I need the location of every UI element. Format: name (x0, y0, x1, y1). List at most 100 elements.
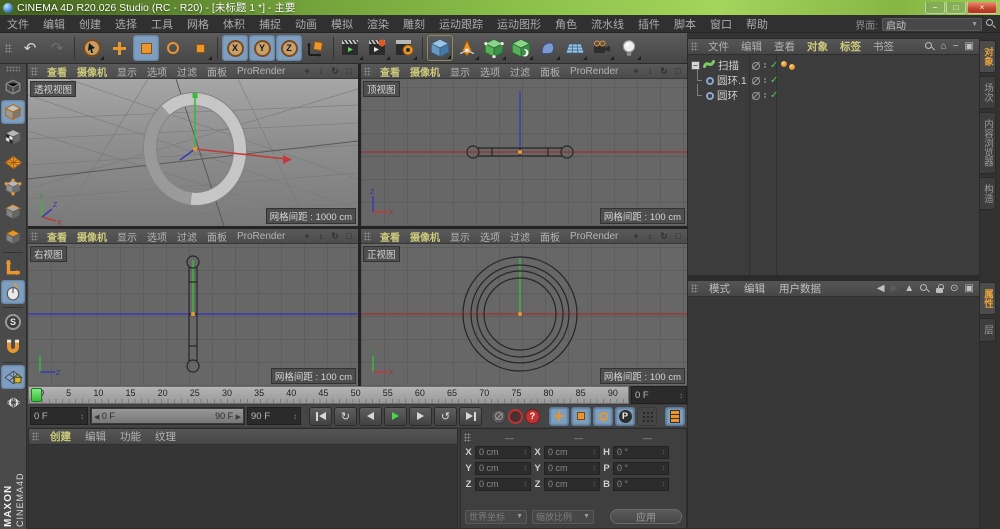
current-frame-field[interactable]: 0 F ↕ (30, 407, 88, 425)
play-button[interactable] (384, 406, 407, 426)
minimize-button[interactable]: − (925, 1, 945, 14)
snap-toggle-button[interactable]: S (1, 310, 25, 334)
z-axis-lock-button[interactable]: Z (276, 35, 302, 61)
add-generator-button[interactable] (481, 35, 507, 61)
viewport-menu-item[interactable]: 显示 (445, 229, 475, 244)
viewport-front[interactable]: 查看摄像机显示选项过滤面板ProRender + ↕ ↻ □ 正视图 (361, 229, 687, 386)
menu-item[interactable]: 窗口 (703, 16, 739, 32)
workplane-lock-button[interactable] (1, 365, 25, 389)
viewport-menu-item[interactable]: 过滤 (505, 64, 535, 79)
object-name[interactable]: 圆环.1 (717, 73, 747, 88)
menu-item[interactable]: 脚本 (667, 16, 703, 32)
autokey-button[interactable] (508, 408, 523, 424)
tweak-mode-button[interactable] (1, 280, 25, 304)
size-input[interactable]: 0 cm ↕ (544, 445, 600, 459)
zoom-view-icon[interactable]: ↕ (315, 66, 327, 76)
side-tab[interactable]: 属性 (980, 282, 996, 315)
menu-item[interactable]: 选择 (108, 16, 144, 32)
enabled-check-icon[interactable]: ✓ (770, 90, 778, 101)
viewport-menu-item[interactable]: ProRender (565, 231, 623, 242)
parent-up-icon[interactable]: ▲ (904, 283, 914, 294)
viewport-menu-item[interactable]: 显示 (112, 64, 142, 79)
timeline-playhead[interactable] (31, 388, 42, 402)
side-tab[interactable]: 构造 (980, 176, 996, 210)
edges-mode-button[interactable] (1, 200, 25, 224)
viewport-perspective[interactable]: 查看 摄像机 显示 选项 过滤 面板 ProRender + ↕ ↻ □ 透视视图 (28, 64, 358, 226)
collapse-icon[interactable]: − (953, 41, 959, 52)
position-input[interactable]: 0 cm ↕ (475, 461, 531, 475)
menu-item[interactable]: 模拟 (324, 16, 360, 32)
object-manager-menu-item[interactable]: 查看 (768, 39, 801, 54)
attribute-content[interactable] (688, 297, 979, 528)
rotate-tool-button[interactable] (160, 35, 186, 61)
viewport-menu-item[interactable]: 查看 (375, 229, 405, 244)
collapse-toggle[interactable]: − (691, 61, 700, 70)
object-name[interactable]: 扫描 (718, 58, 739, 73)
viewport-menu-item[interactable]: 面板 (202, 229, 232, 244)
viewport-menu-item[interactable]: ProRender (232, 231, 290, 242)
viewport-menu-item[interactable]: 选项 (142, 229, 172, 244)
rotate-view-icon[interactable]: ↻ (658, 66, 670, 77)
range-left-icon[interactable]: ◀ (94, 414, 99, 421)
side-tab[interactable]: 内容浏览器 (980, 112, 996, 174)
attribute-menu-item[interactable]: 编辑 (737, 281, 772, 296)
key-position-toggle[interactable] (549, 406, 569, 426)
render-picture-viewer-button[interactable] (365, 35, 391, 61)
panel-grip[interactable] (464, 433, 471, 442)
visibility-dots[interactable] (764, 62, 766, 69)
menu-item[interactable]: 帮助 (739, 16, 775, 32)
stepper-icon[interactable]: ↕ (293, 412, 297, 421)
viewport-menu-item[interactable]: 显示 (445, 64, 475, 79)
viewport-canvas[interactable]: Y Z (28, 244, 358, 386)
panel-grip[interactable] (364, 66, 371, 76)
rotate-view-icon[interactable]: ↻ (329, 231, 341, 242)
menu-item[interactable]: 流水线 (584, 16, 631, 32)
history-back-icon[interactable]: ◀ (877, 283, 885, 294)
material-menu-item[interactable]: 纹理 (148, 429, 183, 444)
pan-view-icon[interactable]: + (630, 66, 642, 76)
keyframe-help-button[interactable]: ? (525, 408, 540, 424)
viewport-menu-item[interactable]: 摄像机 (405, 229, 445, 244)
search-icon[interactable] (986, 19, 996, 29)
material-menu-item[interactable]: 创建 (43, 429, 78, 444)
object-manager-menu-item[interactable]: 对象 (801, 39, 834, 54)
coordinate-system-button[interactable] (303, 35, 329, 61)
previous-frame-button[interactable] (359, 406, 382, 426)
enabled-check-icon[interactable]: ✓ (770, 75, 778, 86)
expand-panel-icon[interactable]: ▣ (965, 283, 974, 294)
frame-field[interactable]: 0 F ↕ (631, 386, 687, 404)
enabled-check-icon[interactable]: ✓ (770, 60, 778, 71)
object-name[interactable]: 圆环 (717, 88, 738, 103)
rotate-view-icon[interactable]: ↻ (658, 231, 670, 242)
goto-start-button[interactable] (309, 406, 332, 426)
add-environment-button[interactable] (562, 35, 588, 61)
panel-grip[interactable] (691, 42, 698, 51)
redo-button[interactable]: ↷ (44, 35, 70, 61)
viewport-menu-item[interactable]: ProRender (565, 66, 623, 77)
magnet-snap-button[interactable] (1, 335, 25, 359)
side-tab[interactable]: 对象 (980, 40, 996, 73)
last-tool-button[interactable] (187, 35, 213, 61)
object-manager-menu-item[interactable]: 文件 (702, 39, 735, 54)
add-deformer-button[interactable] (535, 35, 561, 61)
rotate-view-icon[interactable]: ↻ (329, 66, 341, 77)
attribute-menu-item[interactable]: 模式 (702, 281, 737, 296)
stepper-icon[interactable]: ↕ (80, 412, 84, 421)
model-mode-button[interactable] (1, 100, 25, 124)
viewport-menu-item[interactable]: 摄像机 (72, 64, 112, 79)
object-row-sweep[interactable]: − 扫描 ✓ (688, 58, 979, 73)
layer-icon[interactable] (752, 76, 760, 85)
position-input[interactable]: 0 cm ↕ (475, 445, 531, 459)
end-frame-field[interactable]: 90 F ↕ (247, 407, 301, 425)
layer-icon[interactable] (752, 61, 760, 70)
menu-item[interactable]: 运动图形 (490, 16, 548, 32)
visibility-dots[interactable] (764, 77, 766, 84)
add-light-button[interactable] (616, 35, 642, 61)
timeline-ruler[interactable]: 051015202530354045505560657075808590 (28, 386, 629, 404)
x-axis-lock-button[interactable]: X (222, 35, 248, 61)
viewport-menu-item[interactable]: 查看 (42, 229, 72, 244)
menu-item[interactable]: 插件 (631, 16, 667, 32)
viewport-menu-item[interactable]: 选项 (475, 64, 505, 79)
next-frame-button[interactable] (409, 406, 432, 426)
object-row-circle[interactable]: 圆环 ✓ (688, 84, 979, 103)
